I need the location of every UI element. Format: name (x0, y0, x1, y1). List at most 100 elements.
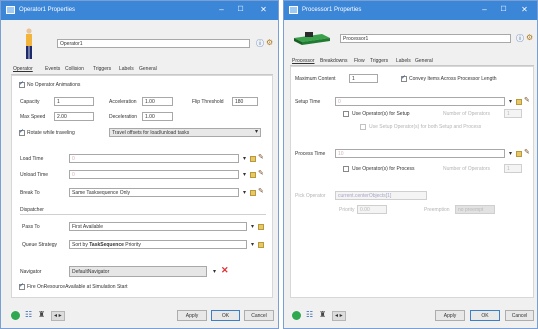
queue-strategy-code-icon[interactable] (258, 242, 264, 248)
max-speed-input[interactable]: 2.00 (54, 112, 94, 121)
tree-icon[interactable]: ☷ (306, 310, 313, 319)
unload-time-code-icon[interactable] (250, 172, 256, 178)
info-icon[interactable]: ⓘ (256, 38, 264, 49)
process-time-edit-icon[interactable]: ✎ (524, 148, 530, 156)
flip-threshold-input[interactable]: 180 (232, 97, 258, 106)
operator-figure-icon (26, 28, 32, 59)
tab-collision[interactable]: Collision (65, 66, 84, 72)
capacity-input[interactable]: 1 (54, 97, 94, 106)
unload-time-label: Unload Time (20, 172, 49, 178)
pass-to-code-icon[interactable] (258, 224, 264, 230)
setup-time-edit-icon[interactable]: ✎ (524, 96, 530, 104)
cancel-button[interactable]: Cancel (244, 310, 274, 321)
pass-to-input[interactable]: First Available (69, 222, 247, 231)
load-time-edit-icon[interactable]: ✎ (258, 153, 264, 161)
cancel-button[interactable]: Cancel (505, 310, 534, 321)
navigator-clear-icon[interactable]: ✕ (221, 265, 229, 276)
tree-icon[interactable]: ☷ (25, 310, 32, 319)
process-time-code-icon[interactable] (516, 151, 522, 157)
minimize-icon[interactable]: – (478, 4, 491, 16)
ok-button[interactable]: OK (470, 310, 500, 321)
tab-triggers[interactable]: Triggers (370, 58, 388, 64)
binoculars-icon[interactable]: ♜ (319, 310, 326, 319)
minimize-icon[interactable]: – (215, 4, 228, 16)
setup-time-dropdown-icon[interactable]: ▾ (509, 98, 512, 105)
unload-time-dropdown-icon[interactable]: ▾ (243, 171, 246, 178)
object-name-input[interactable]: Processor1 (340, 34, 511, 43)
info-icon[interactable]: ⓘ (516, 33, 524, 44)
process-time-input[interactable]: 10 (335, 149, 505, 158)
deceleration-input[interactable]: 1.00 (142, 112, 173, 121)
use-operator-process-checkbox[interactable] (343, 166, 349, 172)
break-to-code-icon[interactable] (250, 190, 256, 196)
no-animations-checkbox[interactable] (19, 80, 25, 88)
tab-events[interactable]: Events (45, 66, 60, 72)
use-setup-both-checkbox[interactable] (360, 124, 366, 130)
use-operator-setup-label: Use Operator(s) for Setup (352, 111, 410, 117)
tab-labels[interactable]: Labels (396, 58, 411, 64)
window-icon (6, 6, 15, 14)
pick-operator-input[interactable]: current.centerObjects[1] (335, 191, 427, 200)
load-time-label: Load Time (20, 156, 44, 162)
queue-strategy-dropdown-icon[interactable]: ▾ (251, 241, 254, 248)
load-time-dropdown-icon[interactable]: ▾ (243, 155, 246, 162)
setup-time-input[interactable]: 0 (335, 97, 505, 106)
travel-offsets-select[interactable]: Travel offsets for load/unload tasks (109, 128, 261, 137)
tab-breakdowns[interactable]: Breakdowns (320, 58, 348, 64)
dispatcher-divider (20, 214, 266, 215)
unload-time-edit-icon[interactable]: ✎ (258, 169, 264, 177)
tab-triggers[interactable]: Triggers (93, 66, 111, 72)
tab-processor[interactable]: Processor (292, 58, 315, 64)
rotate-while-traveling-checkbox[interactable] (19, 128, 25, 136)
bottom-bar: ☷ ♜ ◂ ▸ Apply OK Cancel (284, 308, 537, 328)
tab-general[interactable]: General (415, 58, 433, 64)
tab-general[interactable]: General (139, 66, 157, 72)
pass-to-dropdown-icon[interactable]: ▾ (251, 223, 254, 230)
nav-arrows-icon[interactable]: ◂ ▸ (51, 311, 65, 321)
ok-button[interactable]: OK (211, 310, 240, 321)
break-to-input[interactable]: Same Tasksequence Only (69, 188, 239, 197)
load-time-input[interactable]: 0 (69, 154, 239, 163)
close-icon[interactable]: ✕ (257, 4, 270, 16)
object-name-input[interactable]: Operator1 (57, 39, 250, 48)
maximize-icon[interactable]: ☐ (497, 4, 510, 16)
acceleration-input[interactable]: 1.00 (142, 97, 173, 106)
binoculars-icon[interactable]: ♜ (38, 310, 45, 319)
processor-properties-window: Processor1 Properties – ☐ ✕ Processor1 ⓘ… (283, 0, 538, 329)
capacity-label: Capacity (20, 99, 40, 105)
help-icon[interactable] (11, 311, 20, 320)
use-setup-both-label: Use Setup Operator(s) for both Setup and… (369, 124, 482, 130)
load-time-code-icon[interactable] (250, 156, 256, 162)
close-icon[interactable]: ✕ (518, 4, 531, 16)
settings-icon[interactable]: ⚙ (526, 33, 533, 42)
title-bar[interactable]: Processor1 Properties – ☐ ✕ (284, 1, 537, 20)
tab-labels[interactable]: Labels (119, 66, 134, 72)
help-icon[interactable] (292, 311, 301, 320)
title-bar[interactable]: Operator1 Properties – ☐ ✕ (1, 1, 278, 20)
setup-time-code-icon[interactable] (516, 99, 522, 105)
nav-arrows-icon[interactable]: ◂ ▸ (332, 311, 346, 321)
navigator-dropdown-icon[interactable]: ▾ (213, 268, 216, 275)
process-time-dropdown-icon[interactable]: ▾ (509, 150, 512, 157)
maximize-icon[interactable]: ☐ (234, 4, 247, 16)
convey-items-checkbox[interactable] (401, 74, 407, 82)
apply-button[interactable]: Apply (435, 310, 465, 321)
fire-on-resource-checkbox[interactable] (19, 282, 25, 290)
priority-input[interactable]: 0.00 (357, 205, 387, 214)
tab-flow[interactable]: Flow (354, 58, 365, 64)
break-to-dropdown-icon[interactable]: ▾ (243, 189, 246, 196)
num-operators-setup-input[interactable]: 1 (504, 109, 522, 118)
queue-strategy-input[interactable]: Sort by TaskSequence Priority (69, 240, 247, 249)
unload-time-input[interactable]: 0 (69, 170, 239, 179)
tab-operator[interactable]: Operator (13, 66, 33, 72)
use-operator-setup-checkbox[interactable] (343, 111, 349, 117)
preemption-select[interactable]: no preempt (455, 205, 495, 214)
navigator-input[interactable]: DefaultNavigator (69, 266, 207, 277)
navigator-label: Navigator (20, 269, 42, 275)
apply-button[interactable]: Apply (177, 310, 207, 321)
max-content-input[interactable]: 1 (349, 74, 378, 83)
break-to-edit-icon[interactable]: ✎ (258, 187, 264, 195)
settings-icon[interactable]: ⚙ (266, 38, 273, 47)
num-operators-process-input[interactable]: 1 (504, 164, 522, 173)
operator-properties-window: Operator1 Properties – ☐ ✕ Operator1 ⓘ ⚙… (0, 0, 279, 329)
